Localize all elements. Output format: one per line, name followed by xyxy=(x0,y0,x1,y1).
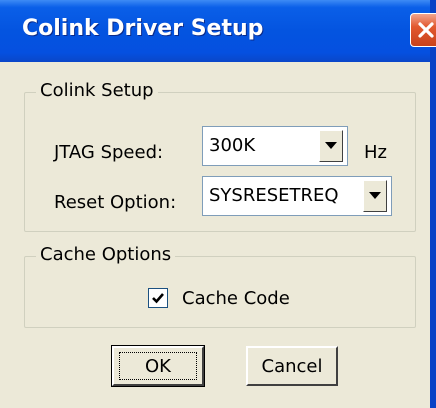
ok-button[interactable]: OK xyxy=(111,345,205,387)
cache-code-checkbox[interactable] xyxy=(148,288,168,308)
title-bar[interactable]: Colink Driver Setup xyxy=(0,0,430,62)
jtag-speed-label: JTAG Speed: xyxy=(54,142,164,163)
jtag-speed-unit: Hz xyxy=(364,142,387,163)
jtag-speed-dropdown-button[interactable] xyxy=(319,130,343,162)
jtag-speed-value: 300K xyxy=(209,135,256,156)
ok-button-label: OK xyxy=(145,356,171,377)
dialog-window: Colink Driver Setup Colink Setup JTAG Sp… xyxy=(0,0,436,408)
cancel-button-label: Cancel xyxy=(261,356,323,377)
window-title: Colink Driver Setup xyxy=(22,16,264,41)
close-button[interactable] xyxy=(410,13,436,47)
reset-option-dropdown-button[interactable] xyxy=(363,180,387,212)
colink-setup-group-label: Colink Setup xyxy=(36,80,158,101)
reset-option-select[interactable]: SYSRESETREQ xyxy=(202,176,392,216)
cache-code-label[interactable]: Cache Code xyxy=(182,288,290,309)
jtag-speed-select[interactable]: 300K xyxy=(202,126,348,166)
reset-option-label: Reset Option: xyxy=(54,192,177,213)
cache-options-group-label: Cache Options xyxy=(36,244,176,265)
cancel-button[interactable]: Cancel xyxy=(246,346,338,386)
reset-option-value: SYSRESETREQ xyxy=(209,185,339,206)
